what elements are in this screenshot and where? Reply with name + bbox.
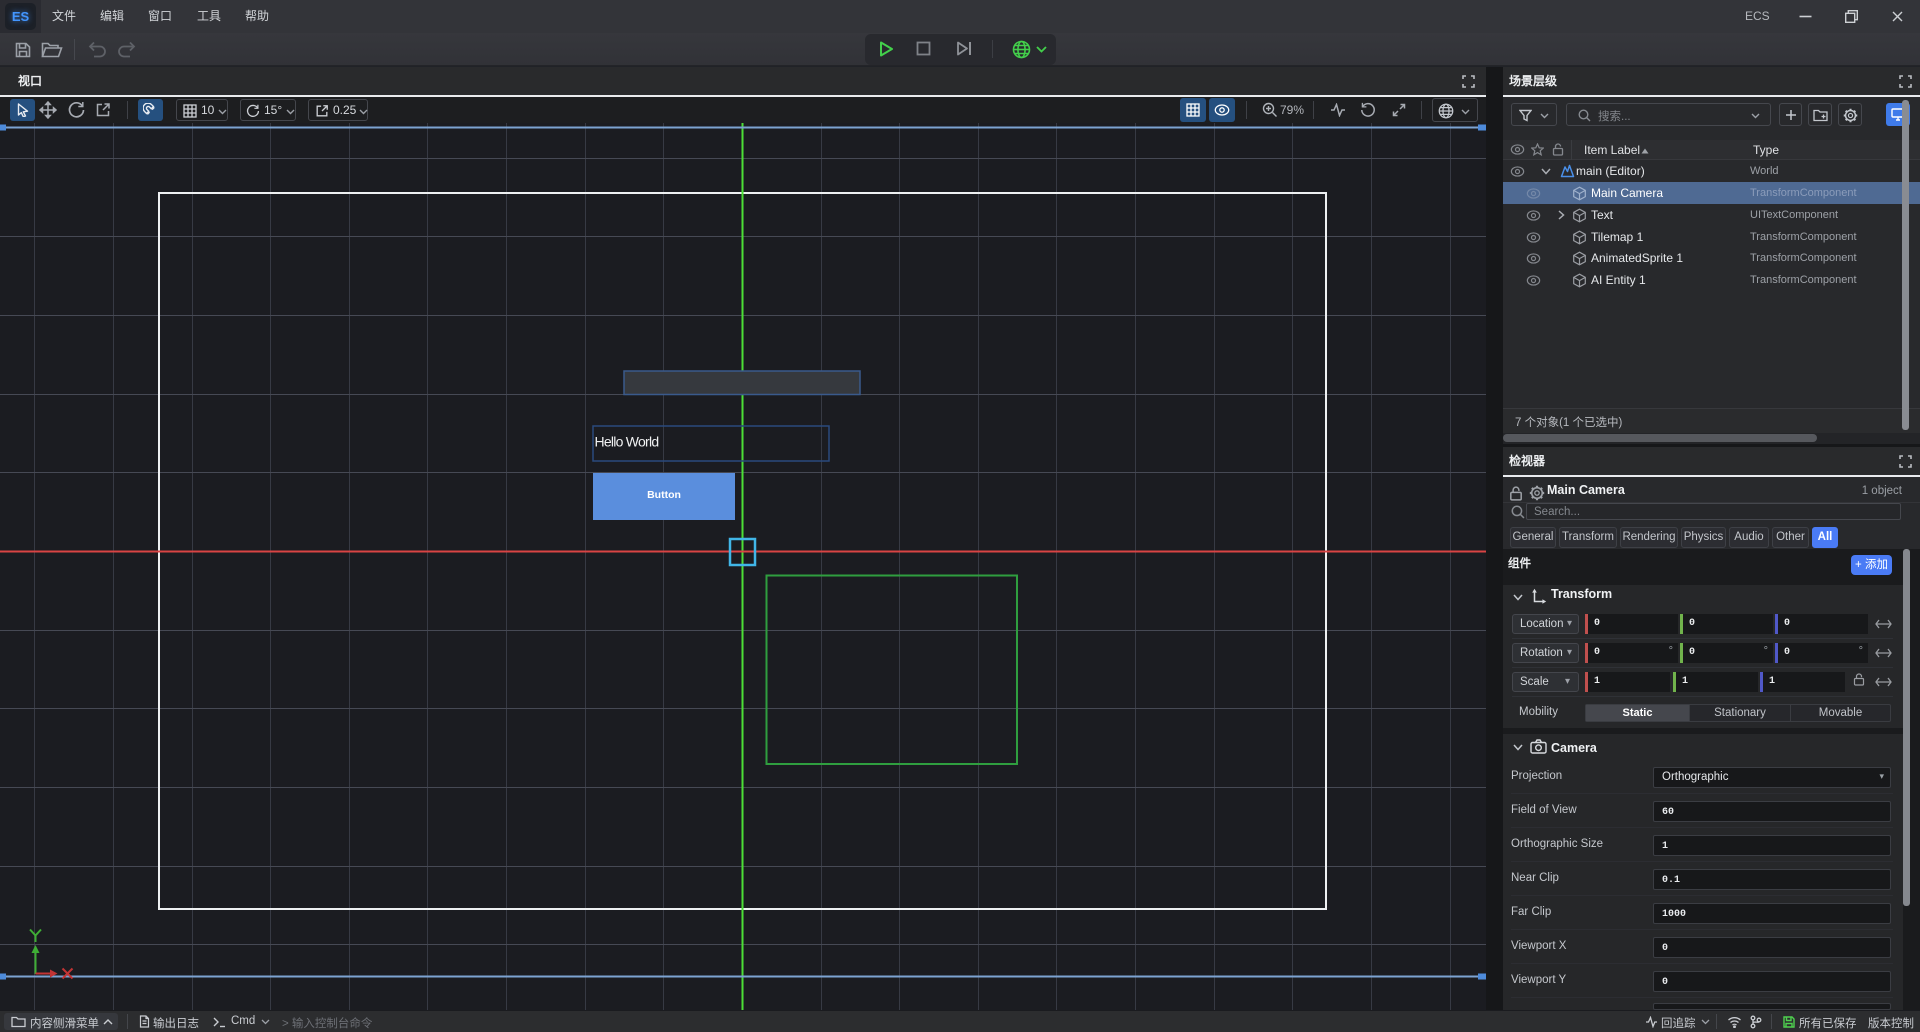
svg-text:Button: Button (647, 489, 681, 501)
svg-text:Hello World: Hello World (595, 434, 659, 450)
